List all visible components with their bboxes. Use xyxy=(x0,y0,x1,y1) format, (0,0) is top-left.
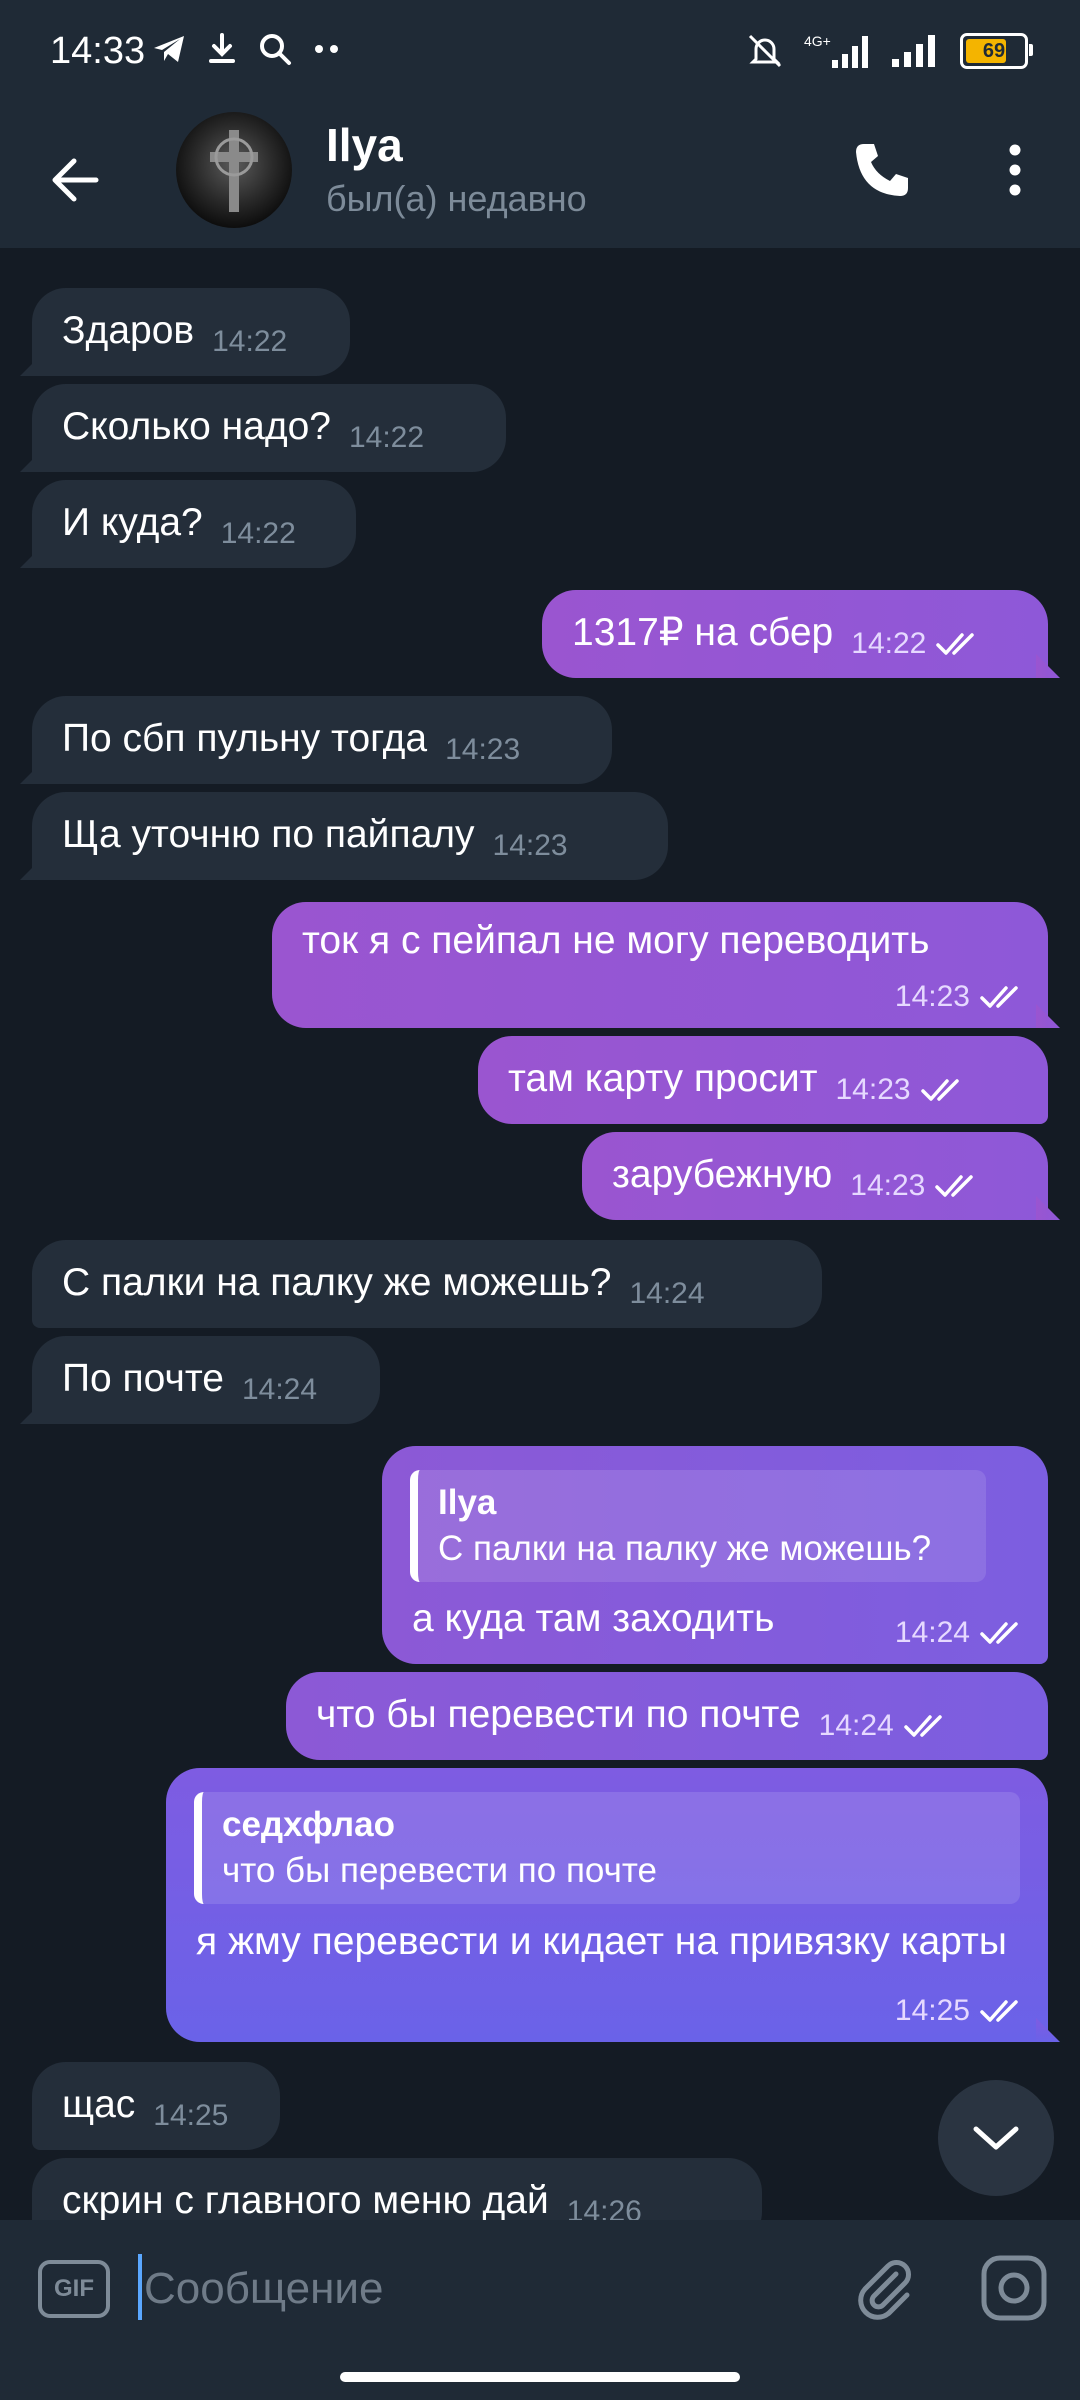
message-outgoing-reply[interactable]: седхфлао что бы перевести по почте я жму… xyxy=(166,1768,1048,2042)
message-incoming[interactable]: щас 14:25 xyxy=(32,2062,280,2150)
reply-quote[interactable]: седхфлао что бы перевести по почте xyxy=(194,1792,1020,1904)
message-time: 14:24 xyxy=(629,1277,705,1310)
message-text: там карту просит xyxy=(508,1057,818,1100)
reply-author: седхфлао xyxy=(222,1805,395,1844)
back-arrow-icon[interactable] xyxy=(40,144,112,216)
message-incoming[interactable]: По почте 14:24 xyxy=(32,1336,380,1424)
message-time: 14:23 xyxy=(835,1073,911,1106)
message-outgoing-reply[interactable]: Ilya С палки на палку же можешь? а куда … xyxy=(382,1446,1048,1664)
read-checkmarks-icon xyxy=(935,1175,974,1197)
message-incoming[interactable]: Сколько надо? 14:22 xyxy=(32,384,506,472)
read-checkmarks-icon xyxy=(980,2000,1018,2022)
chevron-down-icon xyxy=(973,2126,1019,2150)
more-notifications-icon xyxy=(315,45,338,53)
instagram-camera-icon[interactable] xyxy=(978,2252,1050,2324)
mute-bell-icon xyxy=(748,34,782,68)
read-checkmarks-icon xyxy=(936,633,975,655)
battery-level: 69 xyxy=(982,39,1006,62)
cross-emblem-icon xyxy=(210,130,258,212)
home-indicator[interactable] xyxy=(340,2372,740,2382)
message-text: 1317₽ на сбер xyxy=(572,611,834,654)
network-label: 4G+ xyxy=(804,33,831,49)
message-text: По сбп пульну тогда xyxy=(62,717,428,760)
message-list[interactable]: Здаров 14:22 Сколько надо? 14:22 И куда? 14… xyxy=(0,248,1080,2220)
status-bar: 14:33 4G+ 69 xyxy=(0,0,1080,108)
message-time: 14:22 xyxy=(212,325,288,358)
message-time: 14:24 xyxy=(241,1373,318,1406)
contact-status: был(а) недавно xyxy=(326,178,587,219)
message-incoming[interactable]: С палки на палку же можешь? 14:24 xyxy=(32,1240,822,1328)
more-vertical-icon[interactable] xyxy=(985,138,1045,202)
chat-header: Ilya был(а) недавно xyxy=(0,108,1080,248)
message-time: 14:23 xyxy=(445,733,521,766)
message-incoming[interactable]: Здаров 14:22 xyxy=(32,288,350,376)
reply-text: что бы перевести по почте xyxy=(222,1851,657,1890)
scroll-to-bottom-button[interactable] xyxy=(938,2080,1054,2196)
message-time: 14:22 xyxy=(348,421,425,454)
gif-button[interactable]: GIF xyxy=(38,2260,110,2318)
message-text: что бы перевести по почте xyxy=(316,1693,801,1736)
message-text: ток я с пейпал не могу переводить xyxy=(302,919,930,962)
message-input[interactable] xyxy=(138,2250,824,2328)
contact-name[interactable]: Ilya xyxy=(326,118,403,172)
search-icon xyxy=(260,34,291,65)
message-text: я жму перевести и кидает на привязку кар… xyxy=(196,1920,1007,1963)
message-outgoing[interactable]: ток я с пейпал не могу переводить 14:23 xyxy=(272,902,1048,1028)
message-text: а куда там заходить xyxy=(412,1597,775,1640)
message-text: Ща уточню по пайпалу xyxy=(62,813,475,856)
message-incoming[interactable]: По сбп пульну тогда 14:23 xyxy=(32,696,612,784)
message-time: 14:23 xyxy=(850,1169,926,1202)
message-outgoing[interactable]: зарубежную 14:23 xyxy=(582,1132,1048,1220)
message-time: 14:25 xyxy=(894,1994,970,2027)
message-outgoing[interactable]: что бы перевести по почте 14:24 xyxy=(286,1672,1048,1760)
message-time: 14:25 xyxy=(153,2099,229,2132)
read-checkmarks-icon xyxy=(903,1715,942,1737)
signal-icon xyxy=(892,35,935,67)
battery-icon: 69 xyxy=(960,33,1033,69)
read-checkmarks-icon xyxy=(980,1622,1018,1644)
paperclip-icon[interactable] xyxy=(852,2256,918,2322)
message-incoming[interactable]: Ща уточню по пайпалу 14:23 xyxy=(32,792,668,880)
read-checkmarks-icon xyxy=(920,1079,959,1101)
phone-icon[interactable] xyxy=(850,138,914,202)
status-time: 14:33 xyxy=(50,30,146,72)
avatar[interactable] xyxy=(176,112,292,228)
message-time: 14:24 xyxy=(818,1709,894,1742)
message-text: Сколько надо? xyxy=(62,405,331,448)
reply-text: С палки на палку же можешь? xyxy=(438,1529,932,1568)
message-outgoing[interactable]: 1317₽ на сбер 14:22 xyxy=(542,590,1048,678)
message-incoming[interactable]: И куда? 14:22 xyxy=(32,480,356,568)
message-text: И куда? xyxy=(62,501,203,544)
message-outgoing[interactable]: там карту просит 14:23 xyxy=(478,1036,1048,1124)
message-text: По почте xyxy=(62,1357,224,1400)
message-time: 14:23 xyxy=(894,980,970,1013)
message-text: Здаров xyxy=(62,309,195,352)
telegram-icon xyxy=(154,36,184,62)
message-text: С палки на палку же можешь? xyxy=(62,1261,612,1304)
message-time: 14:22 xyxy=(220,517,296,550)
message-time: 14:24 xyxy=(894,1616,970,1649)
message-text: скрин с главного меню дай xyxy=(62,2179,549,2220)
reply-quote[interactable]: Ilya С палки на палку же можешь? xyxy=(410,1470,986,1582)
message-text: щас xyxy=(62,2083,136,2126)
message-time: 14:22 xyxy=(851,627,927,660)
reply-author: Ilya xyxy=(438,1483,497,1522)
message-time: 14:23 xyxy=(492,829,568,862)
message-text: зарубежную xyxy=(612,1153,833,1196)
signal-4g-icon: 4G+ xyxy=(804,33,868,68)
message-time: 14:26 xyxy=(566,2195,642,2220)
message-incoming[interactable]: скрин с главного меню дай 14:26 xyxy=(32,2158,762,2220)
read-checkmarks-icon xyxy=(980,986,1018,1008)
download-icon xyxy=(209,33,235,63)
